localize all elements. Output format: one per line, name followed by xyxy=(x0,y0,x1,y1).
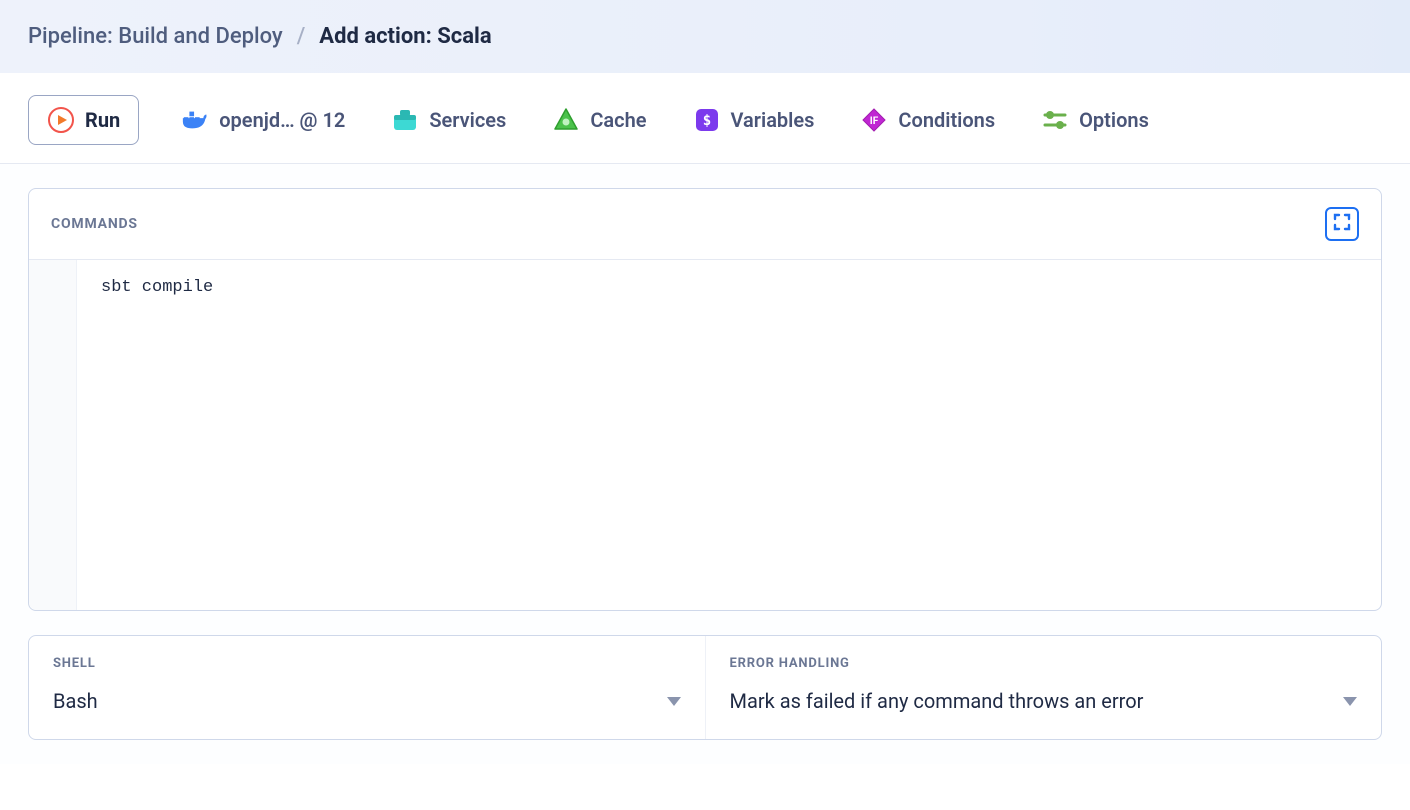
chevron-down-icon xyxy=(667,697,681,706)
tab-openjdk-label: openjd… @ 12 xyxy=(219,108,345,132)
breadcrumb-parent[interactable]: Pipeline: Build and Deploy xyxy=(28,24,283,49)
commands-label: COMMANDS xyxy=(51,216,138,232)
settings-row: SHELL Bash ERROR HANDLING Mark as failed… xyxy=(28,635,1382,740)
services-icon xyxy=(391,106,419,134)
chevron-down-icon xyxy=(1343,697,1357,706)
cache-icon xyxy=(552,106,580,134)
editor-gutter xyxy=(29,260,77,610)
breadcrumb-separator: / xyxy=(297,24,306,49)
commands-panel: COMMANDS sbt compile xyxy=(28,188,1382,611)
breadcrumb: Pipeline: Build and Deploy / Add action:… xyxy=(0,0,1410,73)
svg-text:$: $ xyxy=(702,113,710,129)
options-icon xyxy=(1041,106,1069,134)
breadcrumb-current: Add action: Scala xyxy=(319,24,491,49)
tab-run[interactable]: Run xyxy=(28,95,139,145)
tab-variables-label: Variables xyxy=(731,108,815,132)
shell-cell: SHELL Bash xyxy=(29,636,705,739)
error-handling-select[interactable]: Mark as failed if any command throws an … xyxy=(730,689,1358,713)
code-editor[interactable]: sbt compile xyxy=(29,260,1381,610)
run-icon xyxy=(47,106,75,134)
editor-code: sbt compile xyxy=(77,260,1381,610)
tab-options-label: Options xyxy=(1079,108,1149,132)
tab-services[interactable]: Services xyxy=(387,100,510,140)
tab-options[interactable]: Options xyxy=(1037,100,1153,140)
error-handling-label: ERROR HANDLING xyxy=(730,656,1358,671)
expand-icon xyxy=(1332,212,1352,236)
commands-header: COMMANDS xyxy=(29,189,1381,260)
tab-run-label: Run xyxy=(85,108,120,132)
tab-cache-label: Cache xyxy=(590,108,646,132)
expand-button[interactable] xyxy=(1325,207,1359,241)
error-handling-cell: ERROR HANDLING Mark as failed if any com… xyxy=(705,636,1382,739)
tab-bar: Run openjd… @ 12 Services Cache $ Variab… xyxy=(0,73,1410,164)
shell-label: SHELL xyxy=(53,656,681,671)
shell-value: Bash xyxy=(53,689,98,713)
tab-openjdk[interactable]: openjd… @ 12 xyxy=(177,100,349,140)
content-area: COMMANDS sbt compile SHELL Bash ERROR HA… xyxy=(0,164,1410,764)
tab-conditions[interactable]: IF Conditions xyxy=(856,100,999,140)
tab-cache[interactable]: Cache xyxy=(548,100,650,140)
tab-variables[interactable]: $ Variables xyxy=(689,100,819,140)
docker-icon xyxy=(181,106,209,134)
variables-icon: $ xyxy=(693,106,721,134)
tab-conditions-label: Conditions xyxy=(898,108,995,132)
shell-select[interactable]: Bash xyxy=(53,689,681,713)
svg-text:IF: IF xyxy=(870,116,879,127)
tab-services-label: Services xyxy=(429,108,506,132)
conditions-icon: IF xyxy=(860,106,888,134)
error-handling-value: Mark as failed if any command throws an … xyxy=(730,689,1144,713)
